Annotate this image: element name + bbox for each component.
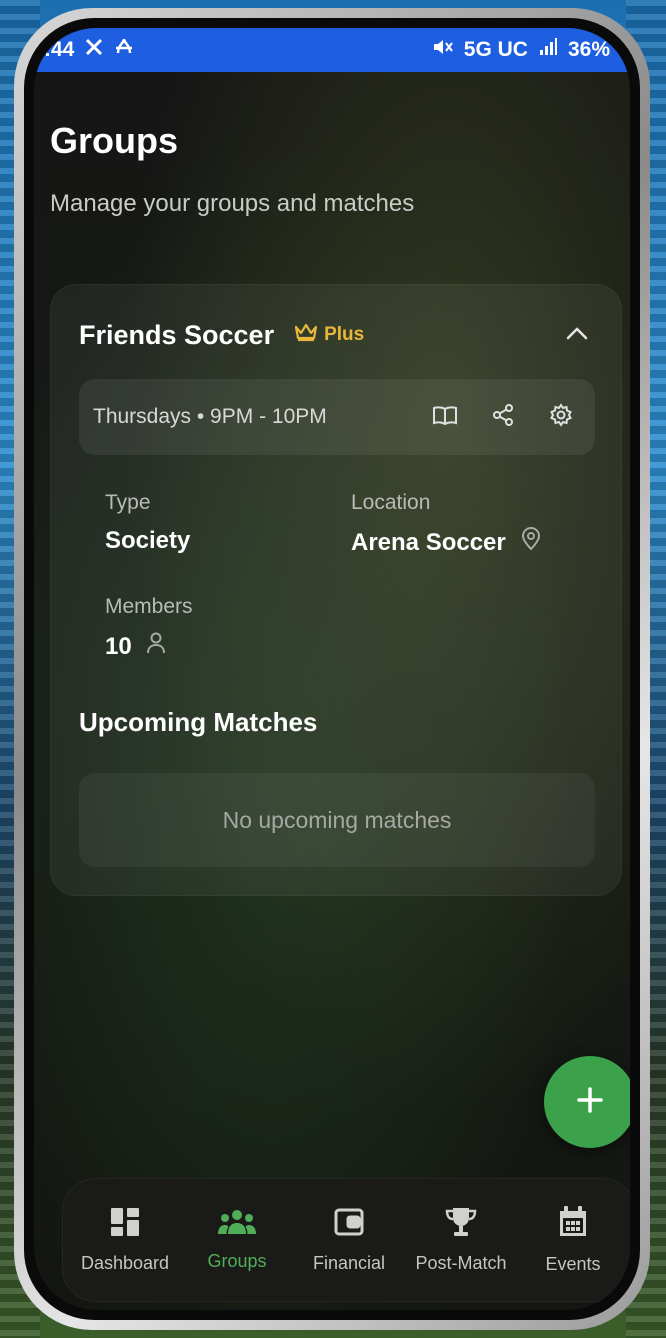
upcoming-matches-title: Upcoming Matches — [79, 707, 318, 737]
gear-icon — [549, 402, 573, 432]
status-bar: :44 5G UC 36% — [34, 28, 630, 72]
app-screen: :44 5G UC 36% Groups Manage your groups … — [34, 28, 630, 1310]
groups-page: Groups Manage your groups and matches Fr… — [34, 72, 630, 1310]
group-card[interactable]: Friends Soccer Plus Thursdays • 9PM - 10… — [50, 284, 622, 896]
nav-label-groups: Groups — [207, 1251, 267, 1271]
signal-icon — [538, 37, 558, 63]
members-value[interactable]: 10 — [105, 631, 166, 662]
members-count: 10 — [105, 632, 132, 660]
empty-state-text: No upcoming matches — [222, 806, 452, 833]
book-icon — [432, 404, 458, 431]
bottom-navigation: Dashboard Groups Financial Post-Match Ev… — [62, 1178, 630, 1302]
nav-label-events: Events — [545, 1254, 601, 1274]
plus-badge: Plus — [294, 322, 364, 348]
dashboard-icon — [109, 1206, 141, 1243]
groups-icon — [217, 1208, 257, 1241]
status-time: :44 — [44, 38, 75, 61]
nav-label-dashboard: Dashboard — [80, 1253, 170, 1273]
members-label: Members — [105, 595, 193, 618]
crown-icon — [294, 322, 318, 348]
location-value-text: Arena Soccer — [351, 528, 506, 556]
settings-button[interactable] — [541, 397, 581, 437]
nav-item-financial[interactable]: Financial — [295, 1206, 403, 1274]
nav-label-post-match: Post-Match — [415, 1253, 507, 1273]
chevron-up-icon — [566, 326, 588, 345]
upcoming-matches-empty: No upcoming matches — [79, 773, 595, 867]
plus-badge-label: Plus — [324, 324, 365, 345]
plus-icon — [575, 1085, 605, 1120]
page-title: Groups — [50, 120, 179, 161]
phone-bezel: :44 5G UC 36% Groups Manage your groups … — [24, 18, 640, 1320]
nav-label-financial: Financial — [312, 1253, 386, 1273]
location-label: Location — [351, 491, 431, 514]
type-value-text: Society — [105, 527, 191, 554]
x-app-icon — [84, 37, 104, 63]
mute-icon — [432, 37, 454, 63]
rules-button[interactable] — [425, 397, 465, 437]
schedule-text: Thursdays • 9PM - 10PM — [93, 405, 327, 428]
trophy-icon — [444, 1206, 478, 1243]
group-name: Friends Soccer — [79, 319, 275, 350]
battery-level: 36% — [567, 38, 610, 61]
type-label: Type — [105, 491, 151, 514]
nav-item-post-match[interactable]: Post-Match — [407, 1206, 515, 1274]
nav-item-groups[interactable]: Groups — [183, 1208, 291, 1272]
phone-frame: :44 5G UC 36% Groups Manage your groups … — [14, 8, 650, 1330]
page-subtitle: Manage your groups and matches — [50, 190, 415, 217]
add-group-button[interactable] — [544, 1056, 630, 1148]
network-label: 5G UC — [463, 38, 528, 61]
calendar-icon — [557, 1205, 589, 1244]
nav-item-dashboard[interactable]: Dashboard — [71, 1206, 179, 1274]
nav-item-events[interactable]: Events — [519, 1205, 627, 1275]
schedule-bar: Thursdays • 9PM - 10PM — [79, 379, 595, 455]
share-button[interactable] — [483, 397, 523, 437]
notification-icon — [114, 37, 134, 63]
wallet-icon — [333, 1206, 365, 1243]
location-value[interactable]: Arena Soccer — [351, 527, 542, 558]
user-icon — [146, 631, 166, 662]
share-icon — [491, 403, 515, 432]
group-card-header[interactable]: Friends Soccer Plus — [79, 315, 593, 355]
collapse-button[interactable] — [561, 319, 593, 351]
map-pin-icon — [520, 527, 542, 558]
type-value: Society — [105, 527, 190, 555]
